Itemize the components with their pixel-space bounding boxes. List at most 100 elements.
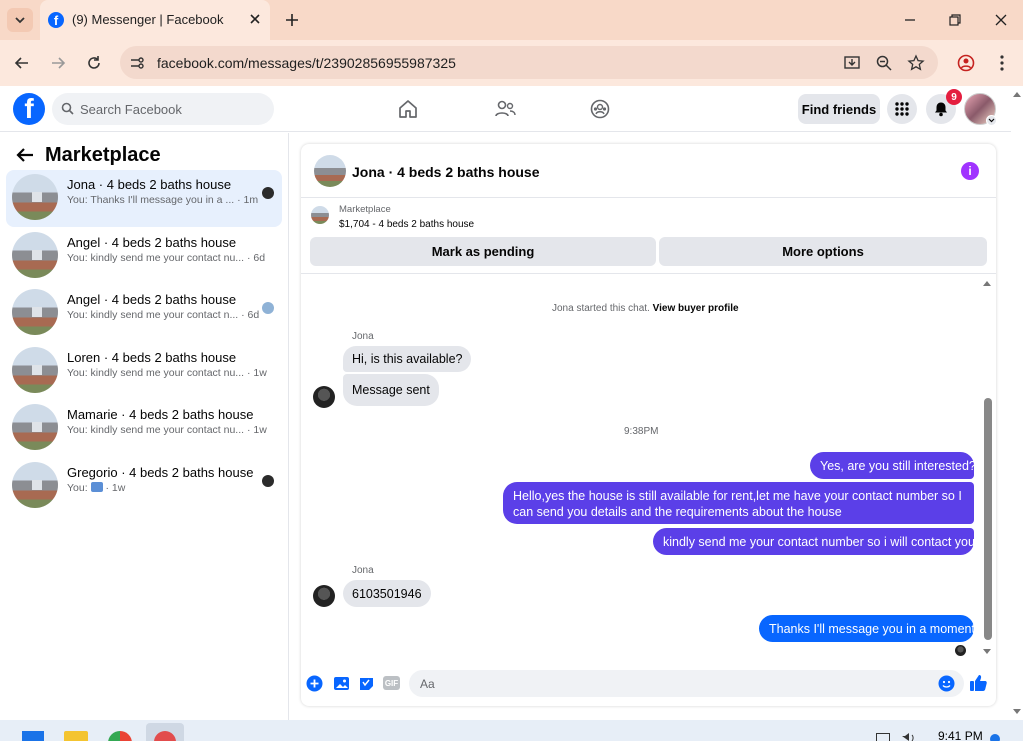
listing-thumbnail bbox=[12, 232, 58, 278]
seen-avatar bbox=[262, 187, 274, 199]
chat-title[interactable]: Jona · 4 beds 2 baths house bbox=[352, 164, 540, 180]
divider bbox=[301, 273, 996, 274]
volume-icon[interactable] bbox=[901, 733, 917, 741]
tab-title: (9) Messenger | Facebook bbox=[72, 12, 224, 27]
site-info-icon[interactable] bbox=[129, 55, 145, 71]
notification-badge: 9 bbox=[946, 89, 962, 105]
search-input[interactable]: Search Facebook bbox=[80, 102, 182, 117]
chat-scroll-down-icon[interactable] bbox=[982, 648, 992, 656]
url-text[interactable]: facebook.com/messages/t/2390285695598732… bbox=[157, 55, 456, 71]
menu-grid-icon[interactable] bbox=[887, 94, 917, 124]
chat-scroll-up-icon[interactable] bbox=[982, 279, 992, 287]
tab-close-icon[interactable] bbox=[248, 12, 262, 26]
page-scroll-down-icon[interactable] bbox=[1012, 708, 1022, 716]
message-input[interactable] bbox=[409, 670, 964, 697]
conversation-item[interactable]: Mamarie · 4 beds 2 baths house You: kind… bbox=[6, 400, 282, 457]
chat-listing-thumbnail[interactable] bbox=[314, 155, 346, 187]
friends-icon[interactable] bbox=[494, 99, 516, 119]
tab-search-dropdown-icon[interactable] bbox=[7, 8, 33, 32]
listing-thumbnail bbox=[12, 289, 58, 335]
conversation-name: Mamarie · 4 beds 2 baths house bbox=[67, 407, 254, 422]
page-scroll-up-icon[interactable] bbox=[1012, 90, 1022, 98]
time-divider: 9:38PM bbox=[624, 426, 659, 437]
seen-avatar bbox=[262, 302, 274, 314]
conversation-preview: You: kindly send me your contact nu... ·… bbox=[67, 424, 267, 436]
conversation-item[interactable]: Jona · 4 beds 2 baths house You: Thanks … bbox=[6, 170, 282, 227]
message-outgoing[interactable]: kindly send me your contact number so i … bbox=[653, 528, 975, 555]
notification-dot-icon[interactable] bbox=[990, 734, 1000, 741]
sticker-icon[interactable] bbox=[358, 675, 375, 692]
profile-icon[interactable] bbox=[957, 54, 975, 72]
find-friends-button[interactable]: Find friends bbox=[798, 94, 880, 124]
gif-icon[interactable]: GIF bbox=[383, 676, 400, 690]
conversation-preview: You: · 1w bbox=[67, 482, 126, 494]
listing-price[interactable]: $1,704 - 4 beds 2 baths house bbox=[339, 219, 474, 230]
conversation-preview: You: kindly send me your contact nu... ·… bbox=[67, 367, 267, 379]
browser-menu-icon[interactable] bbox=[995, 54, 1009, 72]
conversation-name: Jona · 4 beds 2 baths house bbox=[67, 177, 232, 192]
mark-as-pending-button[interactable]: Mark as pending bbox=[310, 237, 656, 266]
message-input-placeholder: Aa bbox=[420, 677, 435, 691]
conversation-item[interactable]: Loren · 4 beds 2 baths house You: kindly… bbox=[6, 343, 282, 400]
sender-name: Jona bbox=[352, 331, 374, 342]
conversation-preview: You: kindly send me your contact n... · … bbox=[67, 309, 260, 321]
conversation-item[interactable]: Gregorio · 4 beds 2 baths house You: · 1… bbox=[6, 458, 282, 515]
sender-avatar[interactable] bbox=[313, 585, 335, 607]
sidebar-title: Marketplace bbox=[45, 144, 161, 166]
home-icon[interactable] bbox=[398, 99, 418, 119]
like-icon bbox=[90, 482, 103, 492]
divider bbox=[301, 197, 996, 198]
listing-mini-thumbnail bbox=[311, 206, 329, 224]
conversation-name: Angel · 4 beds 2 baths house bbox=[67, 235, 237, 250]
message-outgoing[interactable]: Yes, are you still interested? bbox=[810, 452, 976, 479]
file-explorer-icon[interactable] bbox=[64, 731, 88, 741]
sender-avatar[interactable] bbox=[313, 386, 335, 408]
photo-icon[interactable] bbox=[333, 675, 350, 692]
message-outgoing[interactable]: Hello,yes the house is still available f… bbox=[503, 482, 974, 524]
conversation-item[interactable]: Angel · 4 beds 2 baths house You: kindly… bbox=[6, 285, 282, 342]
zoom-icon[interactable] bbox=[875, 54, 893, 72]
reload-icon[interactable] bbox=[86, 55, 102, 71]
like-send-icon[interactable] bbox=[969, 673, 989, 693]
minimize-icon[interactable] bbox=[903, 13, 917, 27]
sender-name: Jona bbox=[352, 565, 374, 576]
message-incoming[interactable]: 6103501946 bbox=[343, 580, 431, 607]
back-arrow-icon[interactable] bbox=[15, 146, 35, 164]
conversation-item[interactable]: Angel · 4 beds 2 baths house You: kindly… bbox=[6, 228, 282, 285]
back-icon[interactable] bbox=[14, 55, 30, 71]
more-options-button[interactable]: More options bbox=[659, 237, 987, 266]
search-icon bbox=[61, 102, 74, 115]
groups-icon[interactable] bbox=[590, 99, 610, 119]
conversation-name: Angel · 4 beds 2 baths house bbox=[67, 292, 237, 307]
message-incoming[interactable]: Message sent bbox=[343, 374, 439, 406]
facebook-favicon-icon: f bbox=[48, 12, 64, 28]
window-close-icon[interactable] bbox=[994, 13, 1008, 27]
chat-scrollbar[interactable] bbox=[984, 398, 992, 640]
active-app-icon[interactable] bbox=[146, 723, 184, 741]
conversation-name: Gregorio · 4 beds 2 baths house bbox=[67, 465, 254, 480]
windows-start-icon[interactable] bbox=[22, 731, 44, 741]
marketplace-label: Marketplace bbox=[339, 204, 391, 215]
view-buyer-profile-link[interactable]: View buyer profile bbox=[653, 303, 739, 314]
facebook-logo-icon[interactable]: f bbox=[13, 93, 45, 125]
seen-avatar bbox=[262, 475, 274, 487]
emoji-icon[interactable] bbox=[938, 675, 955, 692]
install-app-icon[interactable] bbox=[843, 54, 861, 72]
conversation-name: Loren · 4 beds 2 baths house bbox=[67, 350, 237, 365]
conversation-preview: You: kindly send me your contact nu... ·… bbox=[67, 252, 266, 264]
add-circle-icon[interactable] bbox=[306, 675, 323, 692]
account-chevron-icon[interactable] bbox=[986, 115, 997, 126]
forward-icon[interactable] bbox=[50, 55, 66, 71]
new-tab-icon[interactable] bbox=[284, 12, 300, 28]
info-icon[interactable]: i bbox=[961, 162, 979, 180]
taskbar-clock: 9:41 PM bbox=[938, 729, 983, 741]
listing-thumbnail bbox=[12, 347, 58, 393]
chat-started-notice: Jona started this chat. View buyer profi… bbox=[552, 303, 739, 314]
restore-icon[interactable] bbox=[948, 13, 962, 27]
seen-avatar bbox=[955, 645, 966, 656]
bookmark-star-icon[interactable] bbox=[907, 54, 925, 72]
listing-thumbnail bbox=[12, 462, 58, 508]
message-outgoing[interactable]: Thanks I'll message you in a moment bbox=[759, 615, 975, 642]
message-incoming[interactable]: Hi, is this available? bbox=[343, 346, 472, 372]
network-icon[interactable] bbox=[876, 733, 890, 741]
